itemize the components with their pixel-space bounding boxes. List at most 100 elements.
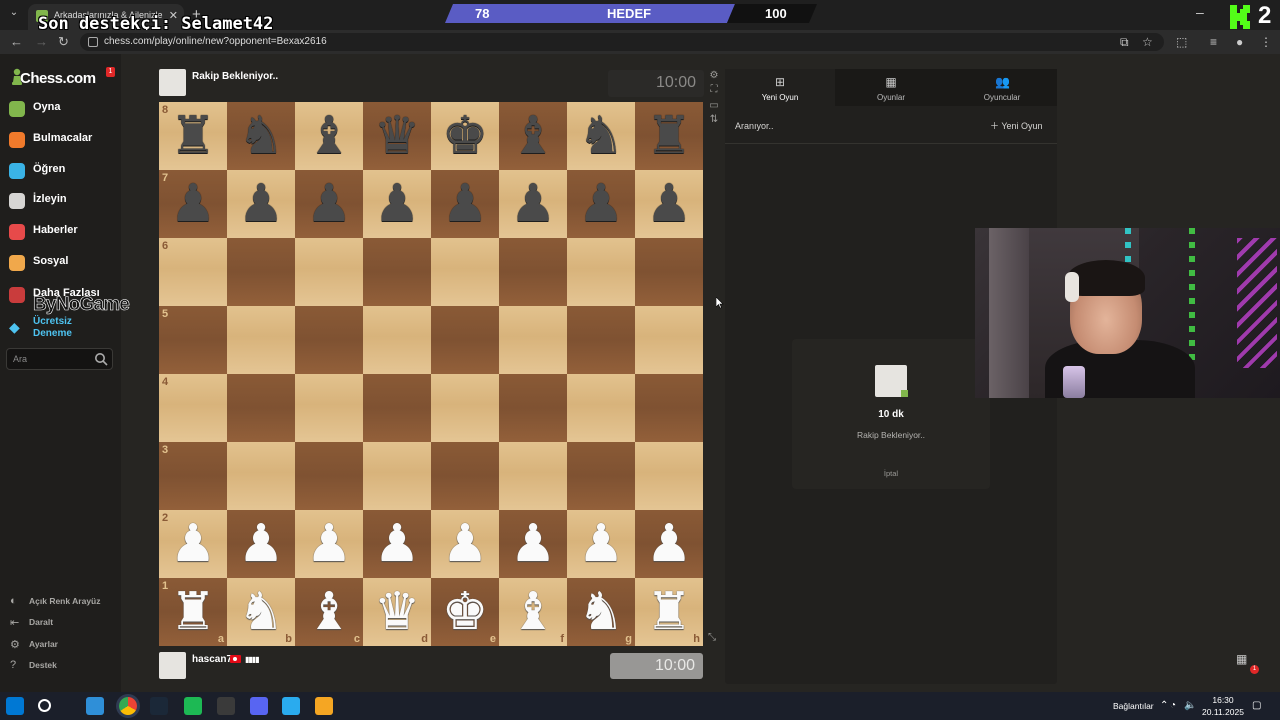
square-g6[interactable] xyxy=(567,238,635,306)
sidebar-light-theme-toggle[interactable]: ◐ Açık Renk Arayüz xyxy=(0,592,121,612)
taskbar-unknown-app-icon[interactable] xyxy=(315,697,333,715)
notification-badge[interactable]: 1 xyxy=(106,67,115,77)
sidebar-item-watch[interactable]: İzleyin xyxy=(0,188,121,214)
square-f3[interactable] xyxy=(499,442,567,510)
new-game-link[interactable]: ＋ Yeni Oyun xyxy=(990,119,1043,132)
player-name[interactable]: hascan7 xyxy=(192,654,232,665)
url-field[interactable]: chess.com/play/online/new?opponent=Bexax… xyxy=(80,33,1164,51)
profile-icon[interactable]: ● xyxy=(1236,35,1243,49)
window-minimize-button[interactable]: – xyxy=(1196,4,1204,20)
square-d5[interactable] xyxy=(363,306,431,374)
square-g5[interactable] xyxy=(567,306,635,374)
bookmark-star-icon[interactable]: ☆ xyxy=(1142,35,1153,49)
white-knight-icon[interactable]: ♞ xyxy=(227,578,295,646)
taskbar-chrome-icon[interactable] xyxy=(119,697,137,715)
square-e5[interactable] xyxy=(431,306,499,374)
network-icon[interactable]: ⌃ xyxy=(1160,700,1168,711)
white-pawn-icon[interactable]: ♟ xyxy=(159,510,227,578)
white-rook-icon[interactable]: ♜ xyxy=(159,578,227,646)
flip-board-icon[interactable]: ⇅ xyxy=(707,114,721,126)
square-g4[interactable] xyxy=(567,374,635,442)
white-pawn-icon[interactable]: ♟ xyxy=(295,510,363,578)
back-arrow-icon[interactable]: ← xyxy=(10,34,23,49)
square-e3[interactable] xyxy=(431,442,499,510)
white-queen-icon[interactable]: ♛ xyxy=(363,578,431,646)
square-b3[interactable] xyxy=(227,442,295,510)
sidebar-item-puzzles[interactable]: Bulmacalar xyxy=(0,127,121,153)
white-pawn-icon[interactable]: ♟ xyxy=(431,510,499,578)
square-a5[interactable]: 5 xyxy=(159,306,227,374)
forward-arrow-icon[interactable]: → xyxy=(35,34,48,49)
free-trial-link[interactable]: Ücretsiz Deneme xyxy=(33,316,93,340)
tab-games[interactable]: ▦ Oyunlar xyxy=(836,69,946,106)
white-knight-icon[interactable]: ♞ xyxy=(567,578,635,646)
white-bishop-icon[interactable]: ♝ xyxy=(295,578,363,646)
square-b4[interactable] xyxy=(227,374,295,442)
sidebar-help[interactable]: ? Destek xyxy=(0,656,121,676)
square-f4[interactable] xyxy=(499,374,567,442)
taskbar-obs-icon[interactable] xyxy=(217,697,235,715)
square-e6[interactable] xyxy=(431,238,499,306)
taskbar-discord-icon[interactable] xyxy=(250,697,268,715)
taskbar-time[interactable]: 16:30 xyxy=(1200,695,1246,705)
fullscreen-icon[interactable]: ⛶ xyxy=(707,84,721,96)
white-pawn-icon[interactable]: ♟ xyxy=(635,510,703,578)
tab-new-game[interactable]: ⊞ Yeni Oyun xyxy=(725,69,835,106)
browser-menu-icon[interactable]: ⋮ xyxy=(1260,35,1272,49)
square-a4[interactable]: 4 xyxy=(159,374,227,442)
square-a3[interactable]: 3 xyxy=(159,442,227,510)
square-f6[interactable] xyxy=(499,238,567,306)
white-pawn-icon[interactable]: ♟ xyxy=(227,510,295,578)
square-c5[interactable] xyxy=(295,306,363,374)
sidebar-search-input[interactable] xyxy=(13,352,93,366)
square-c6[interactable] xyxy=(295,238,363,306)
square-g3[interactable] xyxy=(567,442,635,510)
sidebar-collapse[interactable]: ⇤ Daralt xyxy=(0,613,121,633)
square-d4[interactable] xyxy=(363,374,431,442)
square-b5[interactable] xyxy=(227,306,295,374)
taskbar-date[interactable]: 20.11.2025 xyxy=(1200,707,1246,717)
square-c4[interactable] xyxy=(295,374,363,442)
taskbar-steam-icon[interactable] xyxy=(150,697,168,715)
square-h5[interactable] xyxy=(635,306,703,374)
taskbar-windows-start-icon[interactable] xyxy=(6,697,24,715)
sidebar-settings[interactable]: ⚙ Ayarlar xyxy=(0,635,121,655)
chesscom-logo-text[interactable]: Chess.com xyxy=(20,70,96,87)
square-b6[interactable] xyxy=(227,238,295,306)
sidebar-item-news[interactable]: Haberler xyxy=(0,219,121,245)
board-resize-handle-icon[interactable]: ⤡ xyxy=(708,632,716,643)
white-pawn-icon[interactable]: ♟ xyxy=(499,510,567,578)
square-d6[interactable] xyxy=(363,238,431,306)
theater-mode-icon[interactable]: ▭ xyxy=(707,100,721,112)
sidebar-search-box[interactable] xyxy=(6,348,113,370)
site-info-icon[interactable] xyxy=(88,37,98,47)
tab-search-dropdown[interactable]: ⌄ xyxy=(6,7,22,21)
white-rook-icon[interactable]: ♜ xyxy=(635,578,703,646)
extensions-icon[interactable]: ⬚ xyxy=(1176,35,1187,49)
square-c3[interactable] xyxy=(295,442,363,510)
square-h3[interactable] xyxy=(635,442,703,510)
white-bishop-icon[interactable]: ♝ xyxy=(499,578,567,646)
square-e4[interactable] xyxy=(431,374,499,442)
wifi-icon[interactable]: ◔ xyxy=(1170,700,1176,711)
square-f5[interactable] xyxy=(499,306,567,374)
chess-board[interactable]: 8 ♜ ♞ ♝ ♛ ♚ ♝ ♞ ♜ 7 ♟ ♟ ♟ ♟ ♟ ♟ ♟ ♟ 6 5 4 3 2 ♟ ♟ ♟ ♟ ♟ ♟ ♟ ♟ 1 a ♜ b ♞ c ♝ d ♛… xyxy=(159,102,703,646)
player-avatar[interactable] xyxy=(159,652,186,679)
white-pawn-icon[interactable]: ♟ xyxy=(363,510,431,578)
taskbar-file-explorer-icon[interactable] xyxy=(86,697,104,715)
taskbar-telegram-icon[interactable] xyxy=(282,697,300,715)
board-settings-gear-icon[interactable]: ⚙ xyxy=(707,70,721,82)
square-a6[interactable]: 6 xyxy=(159,238,227,306)
sidebar-item-learn[interactable]: Öğren xyxy=(0,158,121,184)
taskbar-spotify-icon[interactable] xyxy=(184,697,202,715)
taskbar-search-icon[interactable] xyxy=(38,699,51,712)
sidebar-item-social[interactable]: Sosyal xyxy=(0,250,121,276)
notification-center-icon[interactable]: ▢ xyxy=(1252,700,1261,711)
sidebar-item-play[interactable]: Oyna xyxy=(0,96,121,122)
reading-list-icon[interactable]: ≡ xyxy=(1210,35,1217,49)
square-d3[interactable] xyxy=(363,442,431,510)
white-king-icon[interactable]: ♚ xyxy=(431,578,499,646)
white-pawn-icon[interactable]: ♟ xyxy=(567,510,635,578)
search-icon[interactable] xyxy=(94,352,108,366)
volume-icon[interactable]: 🔈 xyxy=(1184,700,1196,711)
